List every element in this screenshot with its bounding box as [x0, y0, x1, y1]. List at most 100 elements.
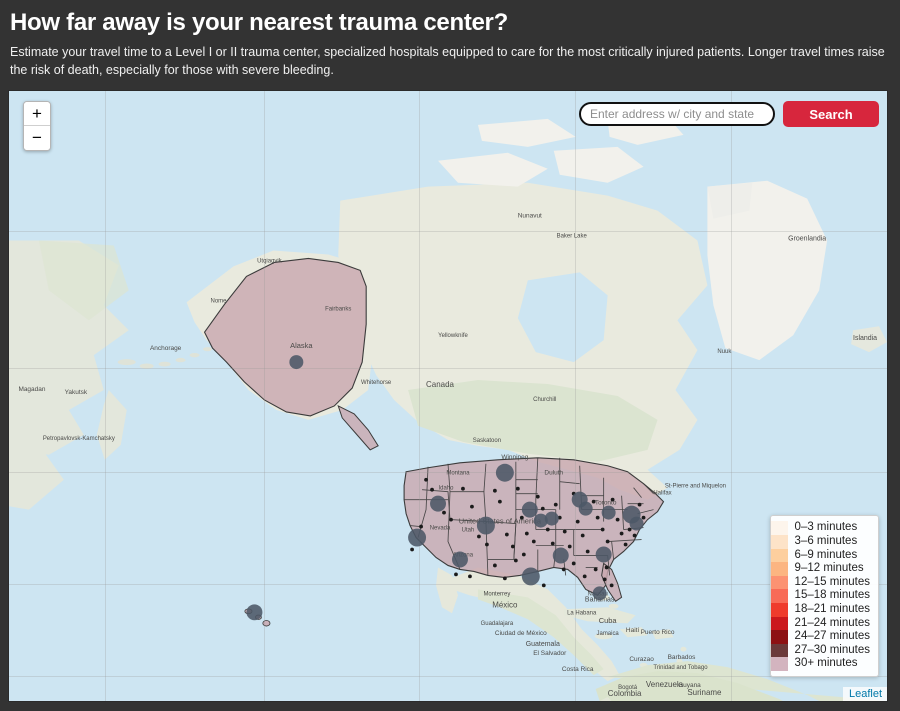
trauma-center-marker[interactable]: [541, 583, 546, 588]
trauma-center-marker[interactable]: [492, 563, 497, 568]
trauma-center-marker[interactable]: [442, 510, 446, 515]
trauma-center-marker[interactable]: [585, 549, 590, 554]
trauma-center-marker[interactable]: [485, 542, 489, 547]
map-canvas[interactable]: Alaska Canada United States of America Méxi…: [9, 91, 887, 701]
zoom-control[interactable]: + −: [23, 101, 51, 151]
trauma-center-marker[interactable]: [609, 583, 614, 588]
trauma-center-marker[interactable]: [641, 515, 646, 520]
search-button[interactable]: Search: [783, 101, 879, 127]
trauma-center-marker[interactable]: [540, 506, 545, 511]
legend-swatch: [770, 548, 788, 563]
trauma-center-marker[interactable]: [545, 527, 550, 532]
trauma-center-marker[interactable]: [632, 533, 637, 538]
trauma-center-marker[interactable]: [595, 515, 600, 520]
zoom-out-button[interactable]: −: [24, 126, 50, 150]
legend-row: 0–3 minutes: [770, 521, 870, 536]
map-place-label: Utqiagvik: [257, 258, 282, 264]
trauma-center-marker[interactable]: [593, 567, 598, 572]
trauma-center-marker[interactable]: [461, 486, 465, 491]
address-search-input[interactable]: [579, 102, 775, 126]
trauma-center-marker[interactable]: [510, 544, 515, 549]
map-place-label: Barbados: [668, 654, 696, 661]
trauma-center-marker[interactable]: [477, 534, 481, 539]
trauma-center-cluster-marker[interactable]: [595, 546, 612, 563]
trauma-center-cluster-marker[interactable]: [629, 516, 644, 531]
trauma-center-marker[interactable]: [515, 486, 520, 491]
map-container[interactable]: Alaska Canada United States of America Méxi…: [8, 90, 888, 702]
trauma-center-cluster-marker[interactable]: [430, 495, 447, 512]
trauma-center-marker[interactable]: [497, 499, 502, 504]
page-subtitle: Estimate your travel time to a Level I o…: [10, 45, 885, 78]
trauma-center-marker[interactable]: [580, 533, 585, 538]
trauma-center-marker[interactable]: [550, 541, 555, 546]
legend-row: 12–15 minutes: [770, 575, 870, 590]
trauma-center-cluster-marker[interactable]: [289, 355, 304, 370]
trauma-center-marker[interactable]: [468, 574, 472, 579]
trauma-center-marker[interactable]: [575, 519, 580, 524]
trauma-center-marker[interactable]: [623, 542, 628, 547]
trauma-center-marker[interactable]: [605, 539, 610, 544]
trauma-center-cluster-marker[interactable]: [451, 551, 468, 568]
trauma-center-marker[interactable]: [410, 547, 414, 552]
legend-row: 30+ minutes: [770, 657, 870, 671]
trauma-center-marker[interactable]: [627, 527, 632, 532]
trauma-center-marker[interactable]: [521, 552, 526, 557]
zoom-in-button[interactable]: +: [24, 102, 50, 126]
map-place-label: El Salvador: [533, 650, 567, 657]
trauma-center-cluster-marker[interactable]: [495, 463, 514, 482]
legend-label: 18–21 minutes: [794, 603, 870, 616]
map-place-label: Whitehorse: [361, 380, 392, 386]
map-place-label: Baker Lake: [557, 234, 588, 240]
trauma-center-marker[interactable]: [502, 576, 507, 581]
trauma-center-marker[interactable]: [591, 499, 596, 504]
map-place-label: Nunavut: [518, 213, 542, 220]
trauma-center-marker[interactable]: [561, 567, 566, 572]
trauma-center-marker[interactable]: [582, 574, 587, 579]
page-title: How far away is your nearest trauma cent…: [10, 9, 508, 36]
map-place-label: Cuba: [599, 616, 618, 625]
trauma-center-marker[interactable]: [562, 529, 567, 534]
legend-label: 15–18 minutes: [794, 589, 870, 602]
leaflet-link[interactable]: Leaflet: [849, 688, 882, 700]
trauma-center-marker[interactable]: [504, 532, 509, 537]
trauma-center-marker[interactable]: [602, 577, 607, 582]
trauma-center-marker[interactable]: [424, 477, 428, 482]
trauma-center-cluster-marker[interactable]: [592, 586, 607, 601]
map-place-label: Utah: [462, 528, 475, 534]
trauma-center-marker[interactable]: [615, 517, 620, 522]
trauma-center-marker[interactable]: [604, 565, 609, 570]
trauma-center-cluster-marker[interactable]: [552, 547, 569, 564]
trauma-center-marker[interactable]: [513, 558, 518, 563]
app-root: How far away is your nearest trauma cent…: [0, 0, 900, 711]
trauma-center-marker[interactable]: [430, 487, 434, 492]
trauma-center-cluster-marker[interactable]: [476, 516, 495, 535]
trauma-center-cluster-marker[interactable]: [578, 501, 593, 516]
trauma-center-marker[interactable]: [637, 502, 642, 507]
trauma-center-marker[interactable]: [571, 561, 576, 566]
map-place-label: Haití: [626, 627, 640, 634]
trauma-center-marker[interactable]: [470, 504, 474, 509]
trauma-center-marker[interactable]: [519, 515, 524, 520]
trauma-center-marker[interactable]: [535, 494, 540, 499]
trauma-center-marker[interactable]: [610, 497, 615, 502]
map-overlay: Alaska Canada United States of America Méxi…: [18, 213, 877, 698]
map-place-label: Duluth: [544, 470, 563, 477]
trauma-center-cluster-marker[interactable]: [601, 505, 616, 520]
trauma-center-cluster-marker[interactable]: [521, 567, 540, 586]
trauma-center-marker[interactable]: [492, 488, 497, 493]
trauma-center-marker[interactable]: [524, 531, 529, 536]
trauma-center-cluster-marker[interactable]: [408, 528, 427, 547]
trauma-center-marker[interactable]: [419, 524, 423, 529]
trauma-center-marker[interactable]: [553, 502, 558, 507]
trauma-center-marker[interactable]: [531, 539, 536, 544]
map-place-label: Idaho: [439, 486, 455, 492]
map-place-label: Saskatoon: [473, 438, 501, 444]
trauma-center-marker[interactable]: [449, 517, 453, 522]
trauma-center-marker[interactable]: [454, 572, 458, 577]
trauma-center-marker[interactable]: [600, 527, 605, 532]
trauma-center-cluster-marker[interactable]: [544, 511, 559, 526]
trauma-center-marker[interactable]: [619, 531, 624, 536]
trauma-center-cluster-marker[interactable]: [246, 604, 263, 621]
trauma-center-marker[interactable]: [567, 544, 572, 549]
trauma-center-cluster-marker[interactable]: [521, 501, 538, 518]
